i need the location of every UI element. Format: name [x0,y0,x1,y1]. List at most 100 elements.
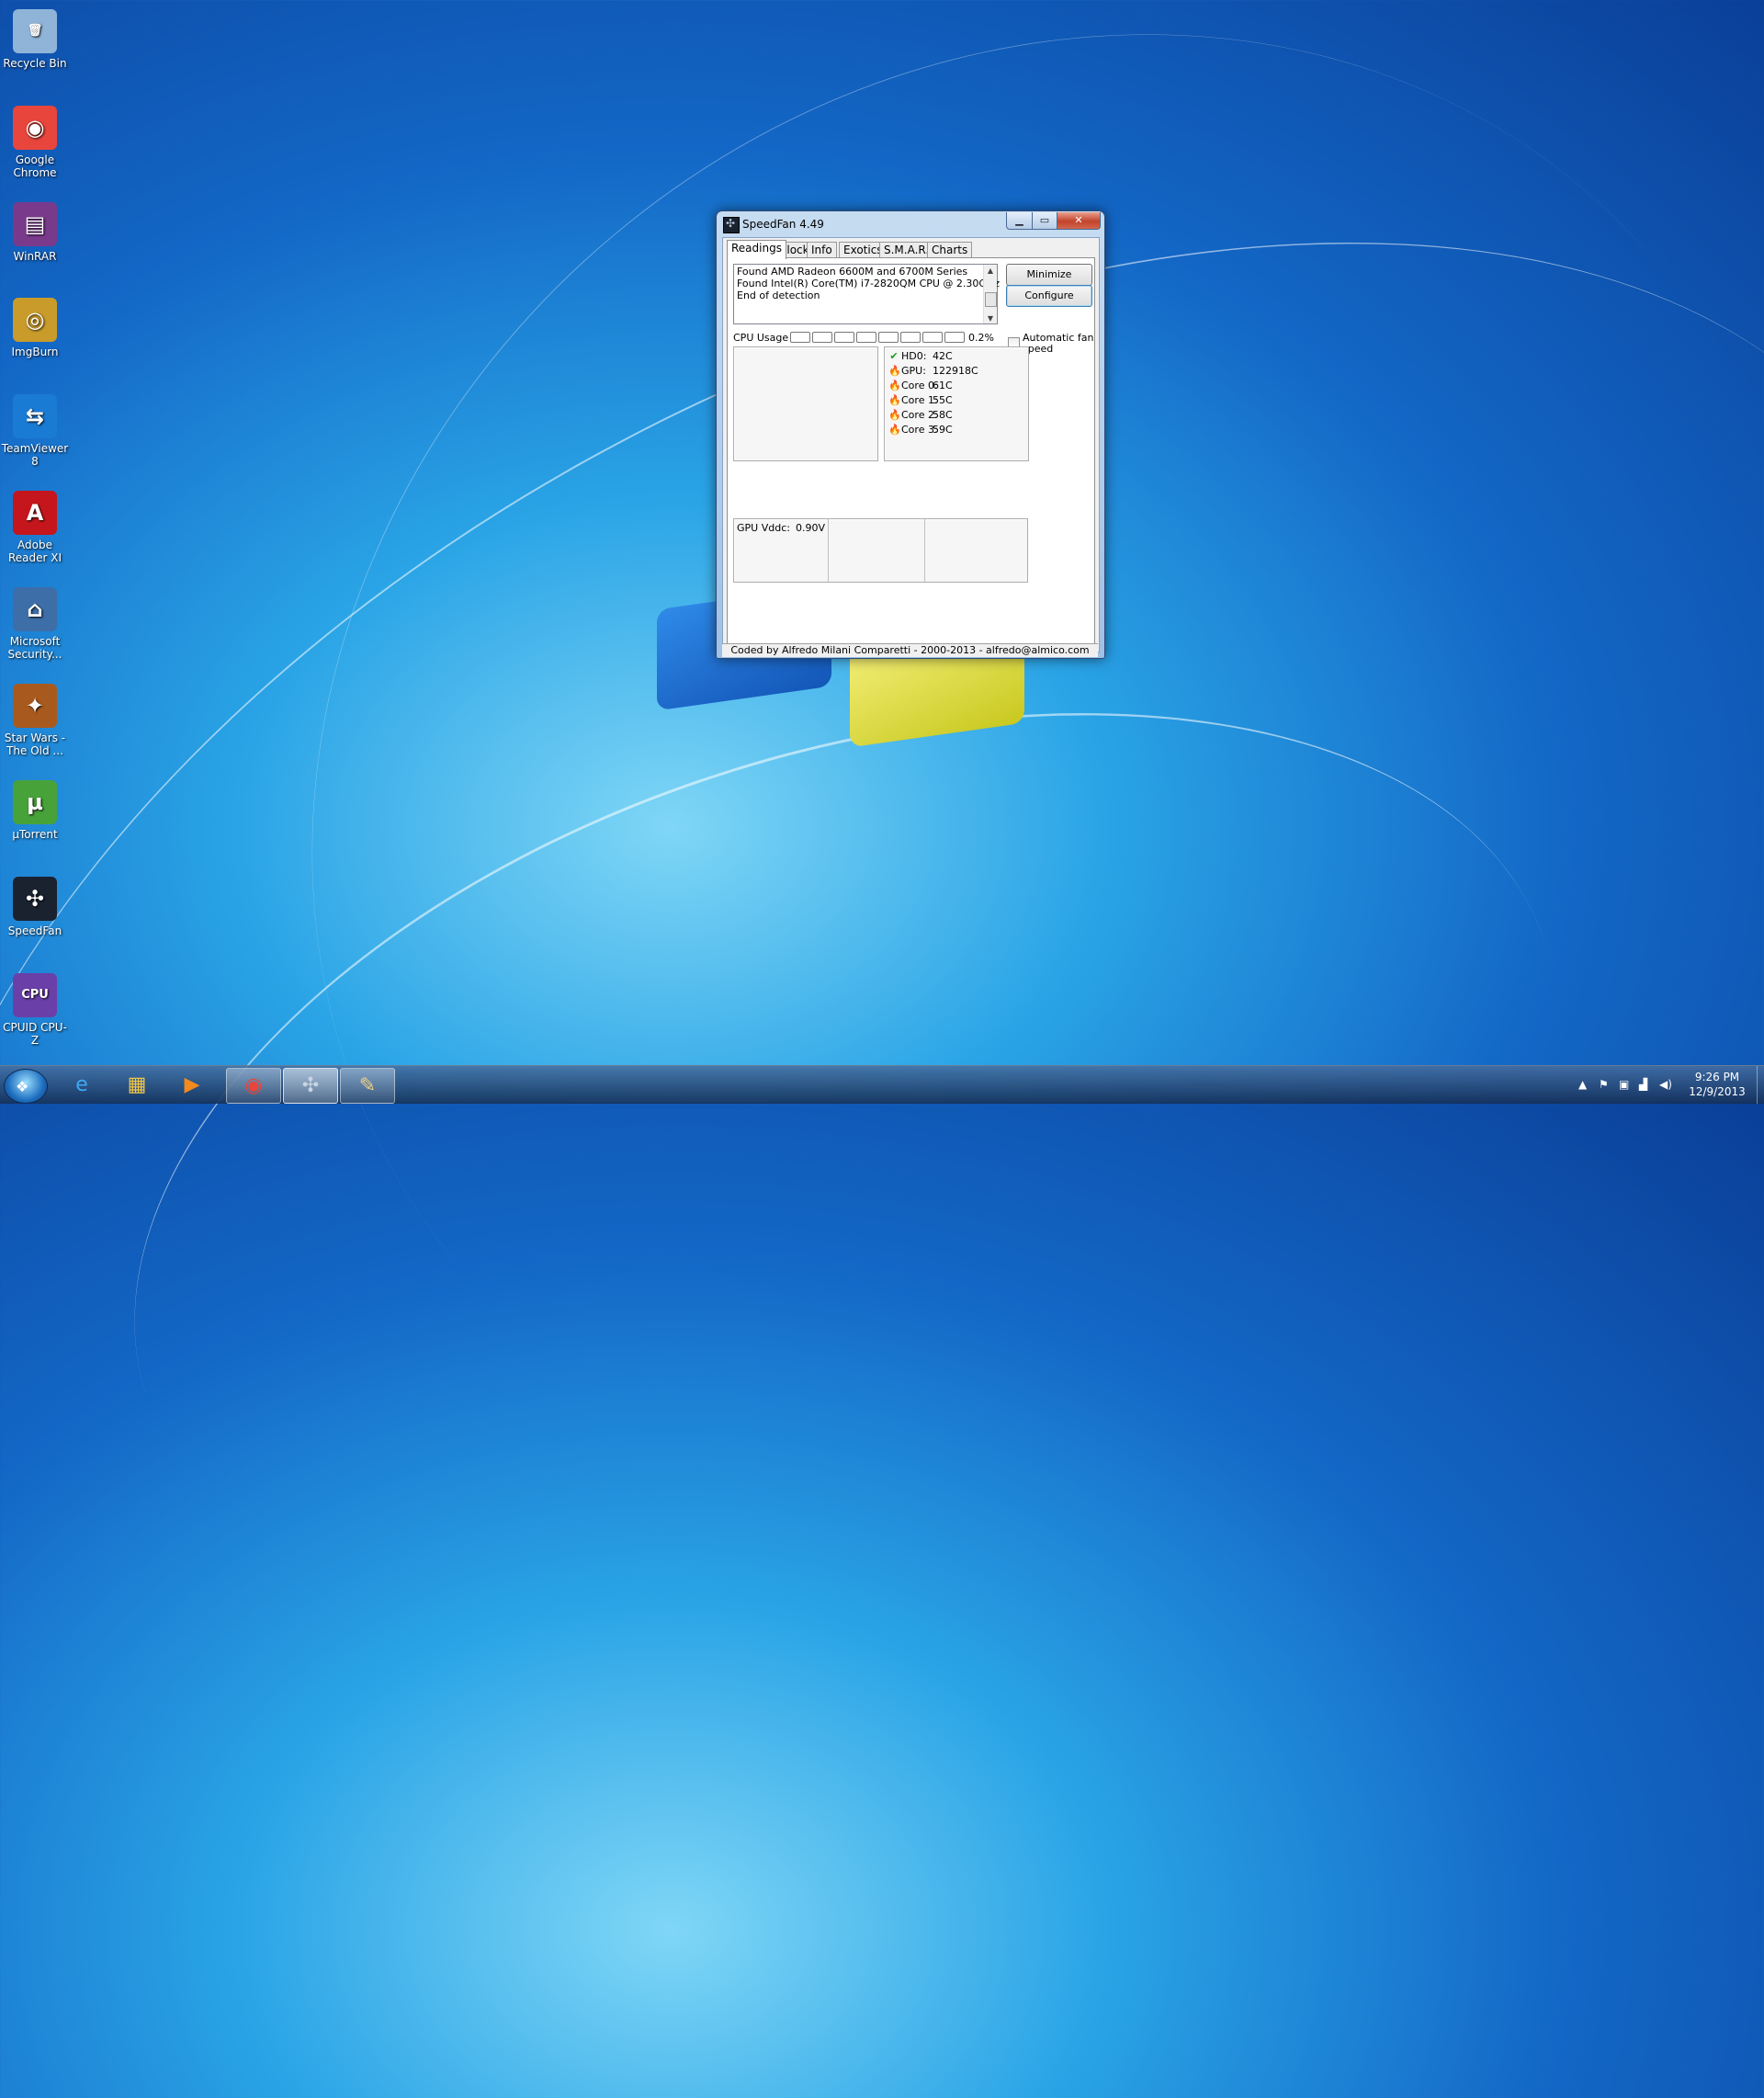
speedfan-window: SpeedFan 4.49 ▁ ▭ ✕ Readings Clock Info … [716,210,1105,659]
temperature-label: HD0: [901,350,927,362]
temperature-value: 61C [933,380,953,391]
temperature-label: Core 2: [901,409,938,421]
scroll-down-icon[interactable]: ▼ [984,312,997,323]
cpu-usage-value: 0.2% [968,332,994,344]
cpuz-icon: CPU [13,973,57,1017]
paint-icon: ✎ [358,1074,377,1097]
log-line: Found Intel(R) Core(TM) i7-2820QM CPU @ … [737,278,1000,289]
voltages-box: GPU Vddc: 0.90V [733,518,1028,583]
taskbar-button-media-player[interactable]: ▶ [165,1068,219,1102]
flame-icon: 🔥 [888,380,901,391]
status-bar: Coded by Alfredo Milani Comparetti - 200… [722,643,1098,657]
voltage-label: GPU Vddc: [737,522,790,534]
temperature-label: Core 3: [901,424,938,436]
temperature-label: Core 0: [901,380,938,391]
action-center-flag-icon[interactable]: ⚑ [1599,1078,1609,1091]
fan-speeds-box [733,346,878,461]
taskbar-button-internet-explorer[interactable]: e [55,1068,108,1102]
voltage-row: GPU Vddc: 0.90V [737,522,825,534]
desktop-icon-microsoft-security[interactable]: ⌂ Microsoft Security... [0,584,70,661]
clock-time: 9:26 PM [1694,1071,1740,1083]
flame-icon: 🔥 [888,365,901,377]
desktop-icon-label: ImgBurn [11,346,59,358]
desktop-icon-teamviewer[interactable]: ⇆ TeamViewer 8 [0,391,70,468]
desktop-icon-chrome[interactable]: ◉ Google Chrome [0,102,70,179]
detection-log[interactable]: Found AMD Radeon 6600M and 6700M Series … [733,264,1000,324]
desktop-icon-winrar[interactable]: ▤ WinRAR [0,198,70,263]
speedfan-icon [723,217,740,233]
taskbar-button-paint[interactable]: ✎ [340,1068,395,1104]
scroll-up-icon[interactable]: ▲ [984,265,997,276]
teamviewer-icon: ⇆ [13,394,57,438]
desktop-icon-label: SpeedFan [7,924,62,937]
desktop-icon-label: Microsoft Security... [7,635,62,661]
temperature-label: Core 1: [901,394,938,406]
desktop-icon-speedfan[interactable]: ✣ SpeedFan [0,873,70,937]
temperature-row: 🔥Core 0:61C [888,379,978,393]
desktop-icon-label: WinRAR [13,250,57,263]
window-minimize-button[interactable]: ▁ [1006,212,1033,230]
chrome-icon: ◉ [244,1074,263,1097]
checkmark-icon: ✔ [889,350,899,362]
chrome-icon: ◉ [13,106,57,150]
show-desktop-button[interactable] [1757,1066,1764,1104]
volume-icon[interactable]: ◀) [1659,1078,1672,1091]
start-button[interactable]: ❖ [4,1069,48,1104]
cpu-usage-label: CPU Usage [733,332,789,344]
winrar-icon: ▤ [13,202,57,246]
star-wars-icon: ✦ [13,684,57,728]
cpu-core-bar [878,332,899,343]
temperature-value: 42C [933,350,953,362]
tab-charts[interactable]: Charts [927,242,973,258]
network-icon[interactable]: ▟ [1639,1078,1647,1091]
temperature-row: 🔥Core 1:55C [888,393,978,408]
temperature-value: 58C [933,409,953,421]
flame-icon: 🔥 [888,394,901,406]
configure-button[interactable]: Configure [1006,285,1092,307]
microsoft-security-icon: ⌂ [13,587,57,631]
desktop-icon-imgburn[interactable]: ◎ ImgBurn [0,294,70,358]
log-line: Found AMD Radeon 6600M and 6700M Series [737,266,968,278]
system-clock[interactable]: 9:26 PM 12/9/2013 [1681,1070,1753,1099]
desktop-icon-adobe-reader[interactable]: A Adobe Reader XI [0,487,70,564]
taskbar-button-file-explorer[interactable]: ▦ [110,1068,164,1102]
desktop-icon-label: TeamViewer 8 [1,442,69,468]
voltage-value: 0.90V [796,522,826,534]
media-player-icon: ▶ [184,1073,200,1096]
recycle-bin-icon: 🗑 [13,9,57,53]
tab-info[interactable]: Info [807,242,837,258]
desktop-icon-label: Star Wars - The Old ... [4,731,66,757]
temperature-value: 59C [933,424,953,436]
minimize-button[interactable]: Minimize [1006,264,1092,286]
window-maximize-button[interactable]: ▭ [1032,212,1057,230]
voltage-column-divider [828,519,829,582]
cpu-core-bar [790,332,810,343]
tab-readings[interactable]: Readings [727,240,786,259]
cpu-core-bar [812,332,832,343]
log-scrollbar[interactable]: ▲ ▼ [983,265,997,323]
taskbar-button-chrome[interactable]: ◉ [226,1068,281,1104]
show-hidden-icons-icon[interactable]: ▲ [1578,1078,1587,1091]
cpu-core-bar [834,332,854,343]
utorrent-icon: µ [13,780,57,824]
desktop-icon-star-wars[interactable]: ✦ Star Wars - The Old ... [0,680,70,757]
temperature-row: 🔥Core 3:59C [888,423,978,437]
internet-explorer-icon: e [75,1073,88,1096]
cpu-core-bar [922,332,943,343]
taskbar-button-speedfan[interactable]: ✣ [283,1068,338,1104]
temperature-label: GPU: [901,365,926,377]
file-explorer-icon: ▦ [127,1073,147,1096]
power-icon[interactable]: ▣ [1619,1078,1629,1091]
desktop-icon-utorrent[interactable]: µ µTorrent [0,777,70,841]
title-bar[interactable]: SpeedFan 4.49 ▁ ▭ ✕ [717,211,1104,237]
desktop-icon-recycle-bin[interactable]: 🗑 Recycle Bin [0,6,70,70]
desktop-icon-cpuz[interactable]: CPU CPUID CPU-Z [0,970,70,1047]
scroll-thumb[interactable] [985,292,997,307]
automatic-fan-speed-label: Automatic fan speed [1023,332,1094,355]
speedfan-icon: ✣ [301,1074,320,1097]
desktop-icon-label: CPUID CPU-Z [3,1021,67,1047]
cpu-core-bar [900,332,921,343]
temperature-row: 🔥GPU: 122918C [888,364,978,379]
window-close-button[interactable]: ✕ [1057,212,1101,230]
desktop-icon-label: Adobe Reader XI [7,539,62,564]
